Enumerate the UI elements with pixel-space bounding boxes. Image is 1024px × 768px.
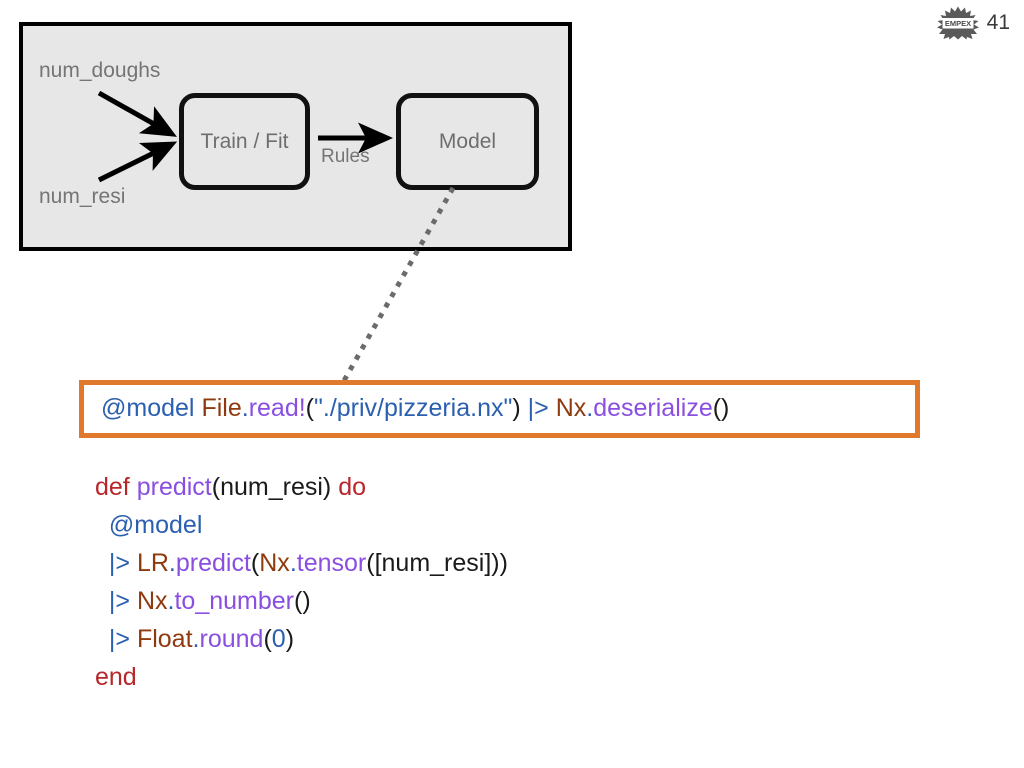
code-token: ) [285, 625, 295, 653]
code-line: |> Float.round(0) [95, 620, 508, 658]
node-train-fit-label: Train / Fit [200, 129, 289, 153]
node-model: Model [396, 93, 539, 190]
code-token: read! [248, 394, 306, 423]
input-label-num-doughs: num_doughs [39, 59, 161, 82]
code-token: File [201, 394, 242, 423]
code-token: Nx [136, 587, 168, 615]
code-token: Nx [259, 549, 290, 577]
code-token: ( [250, 549, 260, 577]
code-token: end [95, 663, 137, 691]
node-train-fit: Train / Fit [179, 93, 310, 190]
code-token: ( [263, 625, 272, 653]
highlighted-code-box: @model File.read!("./priv/pizzeria.nx") … [79, 380, 920, 438]
diagram-panel: num_doughs num_resi Train / Fit Model Ru… [19, 22, 572, 251]
code-token: . [241, 394, 249, 423]
starburst-icon: EMPEX [936, 6, 980, 40]
brand-area: EMPEX 41 [936, 6, 1010, 40]
input-label-num-resi: num_resi [39, 185, 126, 208]
code-token: . [289, 549, 297, 577]
code-line: end [95, 658, 508, 696]
code-token: @model [108, 511, 203, 539]
code-line: def predict(num_resi) do [95, 468, 508, 506]
code-token: Float [136, 625, 193, 653]
code-token: to_number [174, 587, 294, 615]
brand-logo-text: EMPEX [945, 19, 971, 28]
arrow-num-doughs [97, 90, 177, 137]
code-line: @model [95, 506, 508, 544]
code-token: do [338, 473, 367, 501]
code-token: predict [136, 473, 212, 501]
code-token: predict [175, 549, 251, 577]
code-token: tensor [296, 549, 367, 577]
code-line: |> LR.predict(Nx.tensor([num_resi])) [95, 544, 508, 582]
code-token: () [294, 587, 311, 615]
highlighted-code-line: @model File.read!("./priv/pizzeria.nx") … [84, 395, 729, 423]
code-token: deserialize [593, 394, 713, 423]
code-token: |> [108, 625, 130, 653]
code-token: . [168, 549, 176, 577]
code-token: Nx [555, 394, 587, 423]
page-number: 41 [986, 10, 1010, 34]
code-token: round [199, 625, 264, 653]
code-token: (num_resi) [211, 473, 332, 501]
code-token: |> [527, 394, 549, 423]
arrow-num-resi [97, 141, 178, 183]
code-token: "./priv/pizzeria.nx" [314, 394, 513, 423]
code-token: LR [136, 549, 169, 577]
code-token: 0 [271, 625, 286, 653]
code-line: |> Nx.to_number() [95, 582, 508, 620]
code-token: ([num_resi])) [366, 549, 508, 577]
code-token: . [192, 625, 200, 653]
code-token: def [95, 473, 130, 501]
code-token: |> [108, 587, 130, 615]
code-token: () [712, 394, 730, 423]
code-token: ) [512, 394, 521, 423]
edge-label-rules: Rules [321, 146, 370, 167]
code-token: |> [108, 549, 130, 577]
node-model-label: Model [438, 129, 497, 153]
code-token: ( [305, 394, 314, 423]
code-token: @model [101, 394, 195, 423]
code-block: def predict(num_resi) do @model |> LR.pr… [95, 468, 508, 696]
